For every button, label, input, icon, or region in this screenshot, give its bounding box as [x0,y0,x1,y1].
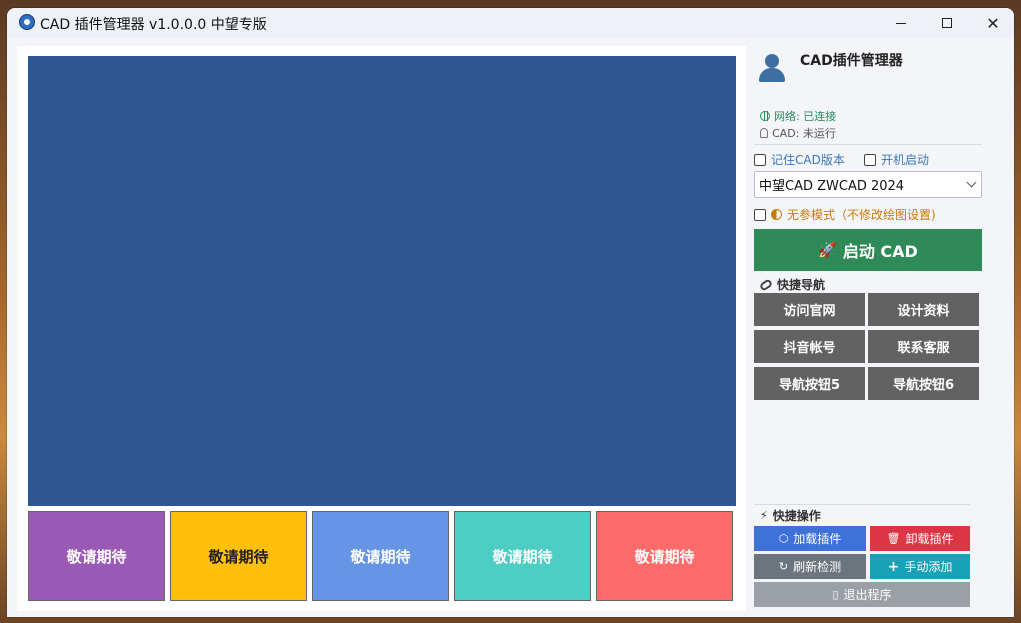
refresh-detect-button[interactable]: ↻ 刷新检测 [754,554,866,579]
cad-version-value: 中望CAD ZWCAD 2024 [759,179,905,194]
remember-version-checkbox[interactable]: 记住CAD版本 [754,151,845,168]
network-status-text: 网络: 已连接 [774,110,837,123]
divider [754,504,970,505]
minimize-icon [896,22,906,24]
door-icon: ▯ [832,588,839,601]
main-display-area [28,56,736,506]
cad-status-text: CAD: 未运行 [772,127,836,140]
nav-button-5[interactable]: 导航按钮5 [754,367,865,400]
maximize-icon [942,18,952,28]
manual-add-label: 手动添加 [904,560,953,574]
window-title: CAD 插件管理器 v1.0.0.0 中望专版 [40,17,267,33]
nav-button-website[interactable]: 访问官网 [754,293,865,326]
sidebar: CAD插件管理器 网络: 已连接 CAD: 未运行 记住CAD版本 开机启动 中… [754,38,984,617]
cube-icon: ⬡ [778,532,789,545]
checkbox-box[interactable] [864,153,876,166]
exit-label: 退出程序 [843,588,892,602]
checkbox-box[interactable] [754,153,766,166]
globe-icon [760,111,770,121]
app-logo-icon [19,14,35,30]
no-param-mode-checkbox[interactable]: 无参模式（不修改绘图设置) [754,206,936,223]
coming-soon-tile-4[interactable]: 敬请期待 [454,511,591,601]
trash-icon: 🗑 [886,532,901,545]
plus-icon: + [887,558,900,575]
nav-button-douyin[interactable]: 抖音帐号 [754,330,865,363]
autostart-label: 开机启动 [881,153,930,167]
lightbulb-icon [760,128,768,138]
launch-cad-label: 启动 CAD [842,242,918,261]
no-param-mode-label: 无参模式（不修改绘图设置) [787,208,936,222]
ops-section-label: 快捷操作 [772,509,821,523]
half-circle-icon [771,209,782,220]
checkbox-box[interactable] [754,208,766,221]
avatar-head [765,54,779,68]
coming-soon-tile-5[interactable]: 敬请期待 [596,511,733,601]
autostart-checkbox[interactable]: 开机启动 [864,151,929,168]
coming-soon-tile-2[interactable]: 敬请期待 [170,511,307,601]
chevron-down-icon [966,177,977,188]
cad-status: CAD: 未运行 [760,125,836,141]
bolt-icon: ⚡ [760,509,768,522]
ops-section-title: ⚡ 快捷操作 [760,507,821,524]
refresh-icon: ↻ [778,560,789,573]
coming-soon-tile-3[interactable]: 敬请期待 [312,511,449,601]
title-bar[interactable]: CAD 插件管理器 v1.0.0.0 中望专版 ✕ [7,8,1014,38]
load-plugin-label: 加载插件 [793,532,842,546]
launch-cad-button[interactable]: 🚀 启动 CAD [754,229,982,271]
coming-soon-tile-1[interactable]: 敬请期待 [28,511,165,601]
user-avatar-icon [756,52,788,84]
load-plugin-button[interactable]: ⬡ 加载插件 [754,526,866,551]
minimize-button[interactable] [878,8,924,38]
sidebar-app-name: CAD插件管理器 [800,53,903,69]
network-status: 网络: 已连接 [760,108,836,124]
unload-plugin-label: 卸载插件 [905,532,954,546]
manual-add-button[interactable]: + 手动添加 [870,554,970,579]
link-icon [758,277,774,292]
nav-button-6[interactable]: 导航按钮6 [868,367,979,400]
cad-version-select[interactable]: 中望CAD ZWCAD 2024 [754,171,982,198]
nav-section-title: 快捷导航 [758,276,826,293]
nav-section-label: 快捷导航 [777,278,826,292]
nav-button-design-docs[interactable]: 设计资料 [868,293,979,326]
unload-plugin-button[interactable]: 🗑 卸载插件 [870,526,970,551]
divider [754,144,982,145]
rocket-icon: 🚀 [818,241,837,259]
avatar-body [759,68,785,82]
remember-version-label: 记住CAD版本 [771,153,845,167]
nav-button-support[interactable]: 联系客服 [868,330,979,363]
refresh-detect-label: 刷新检测 [793,560,842,574]
content-panel: 敬请期待 敬请期待 敬请期待 敬请期待 敬请期待 [17,46,746,611]
maximize-button[interactable] [924,8,970,38]
close-button[interactable]: ✕ [970,8,1014,38]
app-window: CAD 插件管理器 v1.0.0.0 中望专版 ✕ 敬请期待 敬请期待 敬请期待… [7,8,1014,617]
exit-button[interactable]: ▯ 退出程序 [754,582,970,607]
